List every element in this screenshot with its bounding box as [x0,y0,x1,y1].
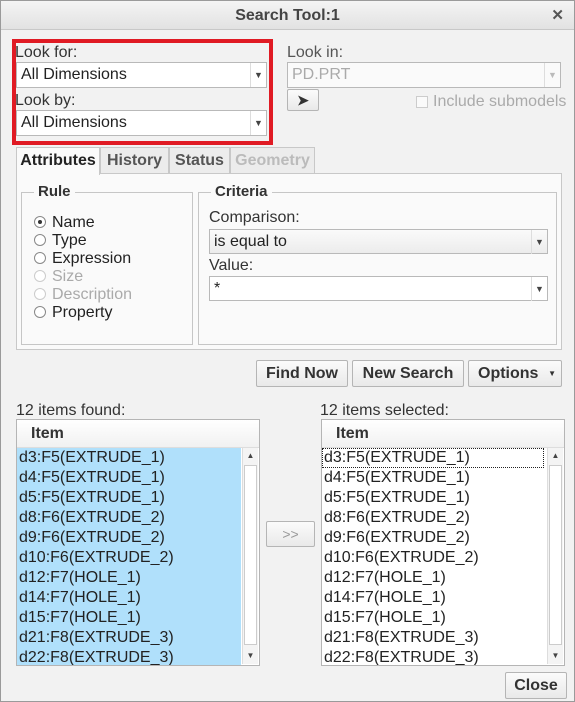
attributes-panel: Rule Name Type Expression Size Description Pr… [16,173,562,350]
options-label: Options [478,365,539,382]
radio-icon [34,306,46,318]
radio-icon [34,288,46,300]
pointer-icon: ➤ [297,92,309,108]
add-to-selection-button[interactable]: >> [266,521,315,547]
list-item[interactable]: d21:F8(EXTRUDE_3) [17,628,241,648]
list-item[interactable]: d12:F7(HOLE_1) [322,568,546,588]
scrollbar[interactable]: ▲ ▼ [547,448,563,664]
list-item[interactable]: d4:F5(EXTRUDE_1) [322,468,546,488]
list-item[interactable]: d12:F7(HOLE_1) [17,568,241,588]
rule-option-type[interactable]: Type [34,232,87,250]
rule-group: Rule Name Type Expression Size Description Pr… [21,183,193,345]
selected-column-header[interactable]: Item [322,420,564,448]
include-submodels-checkbox[interactable] [416,96,428,108]
tab-status[interactable]: Status [169,147,230,174]
look-in-label: Look in: [287,44,344,61]
tab-attributes[interactable]: Attributes [16,147,100,175]
list-item[interactable]: d3:F5(EXTRUDE_1) [17,448,241,468]
list-item[interactable]: d22:F8(EXTRUDE_3) [322,648,546,665]
look-in-value: PD.PRT [292,66,351,83]
list-item[interactable]: d8:F6(EXTRUDE_2) [322,508,546,528]
rule-option-label: Name [52,214,95,231]
comparison-label: Comparison: [209,209,300,226]
select-model-button[interactable]: ➤ [287,89,319,111]
rule-option-label: Expression [52,250,132,267]
selected-count: 12 items selected: [320,402,449,419]
look-in-select[interactable]: PD.PRT ▼ [287,62,561,88]
comparison-select[interactable]: is equal to ▼ [209,229,548,254]
found-count: 12 items found: [16,402,126,419]
rule-option-label: Property [52,304,113,321]
rule-option-description[interactable]: Description [34,286,132,304]
chevron-down-icon: ▼ [531,230,547,254]
selected-list[interactable]: Item d3:F5(EXTRUDE_1) d4:F5(EXTRUDE_1) d5:… [321,419,565,666]
new-search-button[interactable]: New Search [352,360,464,387]
list-item[interactable]: d3:F5(EXTRUDE_1) [322,448,544,468]
radio-icon [34,252,46,264]
found-list[interactable]: Item d3:F5(EXTRUDE_1) d4:F5(EXTRUDE_1) d5:… [16,419,260,666]
scrollbar[interactable]: ▲ ▼ [242,448,258,664]
look-by-value: All Dimensions [21,114,127,131]
window-title: Search Tool:1 [235,7,340,24]
radio-icon [34,234,46,246]
list-item[interactable]: d9:F6(EXTRUDE_2) [17,528,241,548]
rule-option-name[interactable]: Name [34,214,95,232]
list-item[interactable]: d5:F5(EXTRUDE_1) [322,488,546,508]
list-item[interactable]: d10:F6(EXTRUDE_2) [322,548,546,568]
options-button[interactable]: Options ▼ [468,360,562,387]
scroll-down-icon[interactable]: ▼ [548,648,563,664]
find-now-button[interactable]: Find Now [256,360,348,387]
chevron-down-icon: ▼ [544,63,560,87]
chevron-down-icon: ▼ [548,369,556,378]
chevron-down-icon: ▼ [250,63,266,87]
rule-option-size[interactable]: Size [34,268,83,286]
found-column-header[interactable]: Item [17,420,259,448]
rule-option-label: Type [52,232,87,249]
rule-option-expression[interactable]: Expression [34,250,131,268]
rule-title: Rule [34,183,75,200]
list-item[interactable]: d14:F7(HOLE_1) [17,588,241,608]
tab-geometry[interactable]: Geometry [230,147,315,174]
value-label: Value: [209,257,254,274]
list-item[interactable]: d15:F7(HOLE_1) [322,608,546,628]
rule-option-label: Size [52,268,84,285]
scroll-up-icon[interactable]: ▲ [243,448,258,464]
look-for-label: Look for: [15,44,78,61]
include-submodels-label: Include submodels [433,93,567,110]
chevron-down-icon: ▼ [531,277,547,301]
criteria-title: Criteria [211,183,272,200]
criteria-group: Criteria Comparison: is equal to ▼ Value:… [198,183,557,345]
value-text: * [214,280,221,297]
value-combobox[interactable]: * ▼ [209,276,548,301]
look-by-label: Look by: [15,92,76,109]
look-by-select[interactable]: All Dimensions ▼ [16,110,267,136]
list-item[interactable]: d4:F5(EXTRUDE_1) [17,468,241,488]
radio-icon [34,216,46,228]
scroll-thumb[interactable] [244,465,257,645]
look-for-select[interactable]: All Dimensions ▼ [16,62,267,88]
list-item[interactable]: d15:F7(HOLE_1) [17,608,241,628]
list-item[interactable]: d9:F6(EXTRUDE_2) [322,528,546,548]
comparison-value: is equal to [214,233,287,250]
look-for-value: All Dimensions [21,66,127,83]
title-bar: Search Tool:1 ✕ [1,1,574,30]
list-item[interactable]: d14:F7(HOLE_1) [322,588,546,608]
tab-history[interactable]: History [100,147,169,174]
radio-icon [34,270,46,282]
list-item[interactable]: d21:F8(EXTRUDE_3) [322,628,546,648]
close-button[interactable]: Close [505,672,567,699]
close-icon[interactable]: ✕ [551,1,564,30]
chevron-down-icon: ▼ [250,111,266,135]
list-item[interactable]: d8:F6(EXTRUDE_2) [17,508,241,528]
list-item[interactable]: d10:F6(EXTRUDE_2) [17,548,241,568]
list-item[interactable]: d5:F5(EXTRUDE_1) [17,488,241,508]
scroll-down-icon[interactable]: ▼ [243,648,258,664]
list-item[interactable]: d22:F8(EXTRUDE_3) [17,648,241,665]
rule-option-label: Description [52,286,133,303]
rule-option-property[interactable]: Property [34,304,112,322]
scroll-thumb[interactable] [549,465,562,645]
scroll-up-icon[interactable]: ▲ [548,448,563,464]
search-tool-dialog: Search Tool:1 ✕ Look for: All Dimensions ▼… [0,0,575,702]
